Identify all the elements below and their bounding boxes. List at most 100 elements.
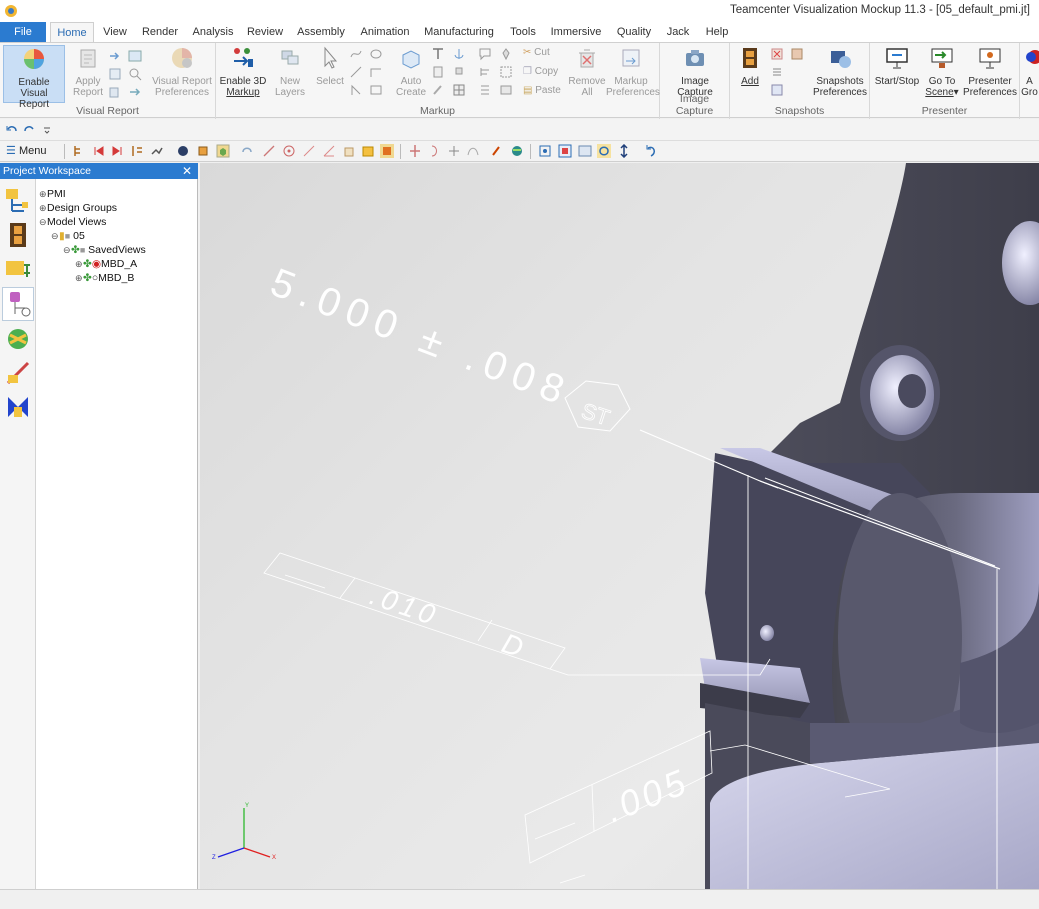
link-icon[interactable] bbox=[150, 144, 164, 158]
axes-icon[interactable] bbox=[447, 144, 461, 158]
apply-report-button[interactable]: Apply Report bbox=[70, 45, 106, 98]
tab-immersive[interactable]: Immersive bbox=[550, 22, 602, 42]
remove-all-button[interactable]: Remove All bbox=[566, 45, 608, 98]
enable-3d-markup-button[interactable]: Enable 3D Markup bbox=[218, 45, 268, 98]
clip-box-icon[interactable] bbox=[361, 144, 375, 158]
tree-item-05[interactable]: ⊖▮■ 05 bbox=[51, 229, 85, 243]
measure-panel-icon[interactable] bbox=[4, 359, 32, 387]
image-capture-button[interactable]: Image Capture bbox=[666, 45, 724, 98]
tree-item-pmi[interactable]: ⊕PMI bbox=[39, 187, 66, 201]
note-icon[interactable] bbox=[431, 65, 445, 79]
report-arrow-icon[interactable] bbox=[108, 49, 122, 63]
undo-icon[interactable] bbox=[5, 123, 19, 137]
select-button[interactable]: Select bbox=[312, 45, 348, 87]
tab-help[interactable]: Help bbox=[702, 22, 732, 42]
snapshot-export-icon[interactable] bbox=[770, 83, 784, 97]
diagonal-icon[interactable] bbox=[302, 144, 316, 158]
tree-item-mbd-b[interactable]: ⊕✤○MBD_B bbox=[75, 271, 134, 285]
collapse-icon[interactable]: ⊖ bbox=[63, 243, 71, 257]
section-plane-icon[interactable] bbox=[408, 144, 422, 158]
report-grid-icon[interactable] bbox=[108, 67, 122, 81]
tab-analysis[interactable]: Analysis bbox=[189, 22, 237, 42]
bowtie-icon[interactable] bbox=[4, 393, 32, 421]
cube-select-icon[interactable] bbox=[216, 144, 230, 158]
snapshots-preferences-button[interactable]: Snapshots Preferences bbox=[812, 45, 868, 98]
rotate-icon[interactable] bbox=[240, 144, 254, 158]
zoom-box-icon[interactable] bbox=[538, 144, 552, 158]
layout-icon[interactable] bbox=[499, 83, 513, 97]
collapse-icon[interactable]: ⊖ bbox=[39, 215, 47, 229]
tab-home[interactable]: Home bbox=[50, 22, 94, 42]
auto-create-button[interactable]: Auto Create bbox=[392, 45, 430, 98]
tab-jack[interactable]: Jack bbox=[663, 22, 693, 42]
paste-button[interactable]: ▤ Paste bbox=[523, 85, 561, 96]
tab-quality[interactable]: Quality bbox=[613, 22, 655, 42]
globe-icon[interactable] bbox=[510, 144, 524, 158]
fit-all-icon[interactable] bbox=[558, 144, 572, 158]
copy-button[interactable]: ❐ Copy bbox=[523, 66, 558, 77]
customize-dropdown-icon[interactable] bbox=[40, 123, 54, 137]
delete-snapshot-icon[interactable] bbox=[770, 47, 784, 61]
tab-animation[interactable]: Animation bbox=[358, 22, 412, 42]
pmi-tolerance-2-text[interactable]: .005 bbox=[600, 760, 695, 830]
model-canvas[interactable]: 5.000 ± .008 ST .010 D .005 Y X Z bbox=[200, 163, 1039, 889]
report-copy-icon[interactable] bbox=[108, 85, 122, 99]
presenter-preferences-button[interactable]: Presenter Preferences bbox=[962, 45, 1018, 98]
start-stop-button[interactable]: Start/Stop bbox=[872, 45, 922, 87]
orbit-icon[interactable] bbox=[597, 144, 611, 158]
paint-icon[interactable] bbox=[431, 83, 445, 97]
pmi-tree-icon[interactable] bbox=[4, 290, 32, 318]
enable-visual-report-button[interactable]: Enable Visual Report bbox=[3, 45, 65, 110]
align-icon[interactable] bbox=[478, 65, 492, 79]
new-layers-button[interactable]: New Layers bbox=[272, 45, 308, 98]
text-icon[interactable] bbox=[431, 47, 445, 61]
collapse-icon[interactable]: ⊖ bbox=[51, 229, 59, 243]
freehand-icon[interactable] bbox=[349, 47, 363, 61]
vertical-pan-icon[interactable] bbox=[617, 144, 631, 158]
tree-item-mbd-a[interactable]: ⊕✤◉MBD_A bbox=[75, 257, 137, 271]
report-export-icon[interactable] bbox=[128, 85, 142, 99]
tab-tools[interactable]: Tools bbox=[506, 22, 540, 42]
report-search-icon[interactable] bbox=[128, 67, 142, 81]
reset-view-icon[interactable] bbox=[644, 144, 658, 158]
markup-preferences-button[interactable]: Markup Preferences bbox=[606, 45, 660, 98]
snapshot-gallery-icon[interactable] bbox=[790, 47, 804, 61]
expand-icon[interactable]: ⊕ bbox=[75, 271, 83, 285]
expand-icon[interactable]: ⊕ bbox=[39, 187, 47, 201]
add-snapshot-button[interactable]: Add bbox=[734, 45, 766, 87]
tab-view[interactable]: View bbox=[98, 22, 132, 42]
visual-report-preferences-button[interactable]: Visual Report Preferences bbox=[150, 45, 214, 98]
curve-icon[interactable] bbox=[466, 144, 480, 158]
filmstrip-panel-icon[interactable] bbox=[4, 221, 32, 249]
tree-item-design-groups[interactable]: ⊕Design Groups bbox=[39, 201, 117, 215]
snapshot-list-icon[interactable] bbox=[770, 65, 784, 79]
explode-icon[interactable] bbox=[196, 144, 210, 158]
tree-item-model-views[interactable]: ⊖Model Views bbox=[39, 215, 106, 229]
section-box-icon[interactable] bbox=[380, 144, 394, 158]
tab-review[interactable]: Review bbox=[245, 22, 285, 42]
box-icon[interactable] bbox=[342, 144, 356, 158]
network-icon[interactable] bbox=[4, 325, 32, 353]
first-frame-icon[interactable] bbox=[92, 144, 106, 158]
structure-icon[interactable] bbox=[72, 144, 86, 158]
assembly-tree-icon[interactable] bbox=[4, 187, 32, 215]
close-icon[interactable]: ✕ bbox=[182, 163, 192, 179]
last-frame-icon[interactable] bbox=[110, 144, 124, 158]
menu-button[interactable]: ☰ Menu bbox=[6, 144, 46, 157]
tab-file[interactable]: File bbox=[0, 22, 46, 42]
overflow-group-button[interactable]: A Gro bbox=[1020, 45, 1039, 98]
radio-selected-icon[interactable]: ◉ bbox=[92, 258, 101, 270]
tree-item-savedviews[interactable]: ⊖✤■ SavedViews bbox=[63, 243, 146, 257]
step-icon[interactable] bbox=[130, 144, 144, 158]
part-body[interactable] bbox=[700, 163, 1039, 889]
expand-icon[interactable]: ⊕ bbox=[39, 201, 47, 215]
3d-viewport[interactable]: 5.000 ± .008 ST .010 D .005 Y X Z bbox=[200, 163, 1039, 889]
stamp-icon[interactable] bbox=[452, 65, 466, 79]
measure-line-icon[interactable] bbox=[262, 144, 276, 158]
folder-tree-icon[interactable] bbox=[4, 255, 32, 283]
redo-icon[interactable] bbox=[22, 123, 36, 137]
polyline-icon[interactable] bbox=[369, 65, 383, 79]
callout-icon[interactable] bbox=[478, 47, 492, 61]
angle-icon[interactable] bbox=[322, 144, 336, 158]
ellipse-icon[interactable] bbox=[369, 47, 383, 61]
